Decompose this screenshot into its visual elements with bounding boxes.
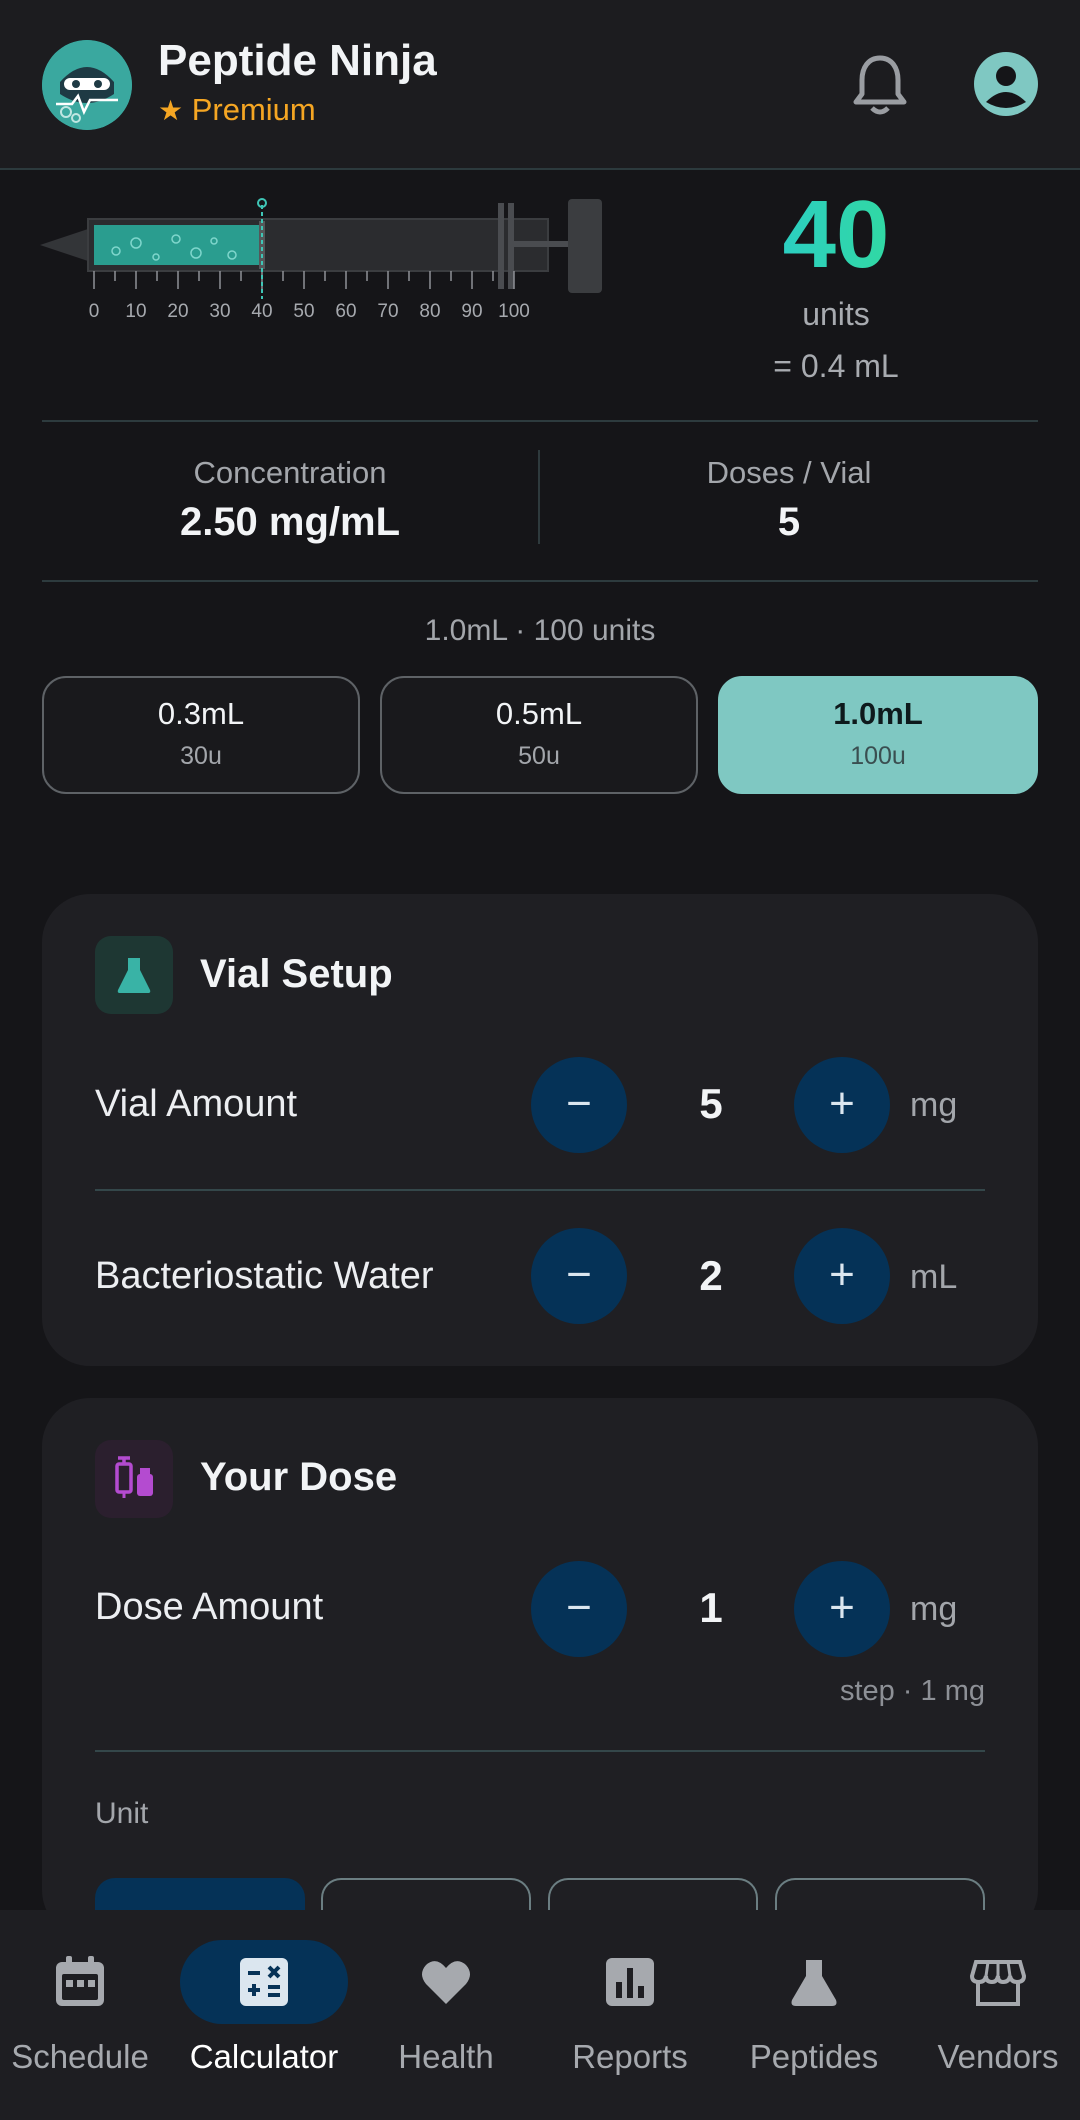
ninja-logo-icon bbox=[42, 40, 132, 130]
your-dose-card bbox=[42, 1398, 1038, 1938]
bac-water-decrement-button[interactable]: − bbox=[531, 1228, 627, 1324]
vial-amount-increment-button[interactable]: + bbox=[794, 1057, 890, 1153]
nav-label: Reports bbox=[572, 2038, 688, 2075]
nav-tab-reports[interactable]: Reports bbox=[540, 1940, 720, 2076]
app-title: Peptide Ninja bbox=[158, 36, 437, 85]
vial-amount-label: Vial Amount bbox=[95, 1083, 298, 1125]
vial-amount-unit: mg bbox=[910, 1086, 958, 1124]
units-label: units bbox=[802, 296, 870, 332]
size-units: 100u bbox=[850, 742, 906, 770]
syringe-tick-label: 60 bbox=[335, 301, 356, 322]
size-label: 0.5mL bbox=[495, 696, 583, 731]
syringe-tick-label: 100 bbox=[498, 301, 530, 322]
nav-label: Peptides bbox=[749, 2038, 879, 2075]
step-hint: step · 1 mg bbox=[839, 1675, 985, 1707]
doses-per-vial-label: Doses / Vial bbox=[706, 455, 872, 490]
syringe-tick-label: 10 bbox=[125, 301, 146, 322]
nav-label: Health bbox=[398, 2038, 494, 2075]
premium-label: Premium bbox=[191, 92, 316, 127]
doses-per-vial-value: 5 bbox=[777, 500, 801, 544]
dose-amount-decrement-button[interactable]: − bbox=[531, 1561, 627, 1657]
concentration-value: 2.50 mg/mL bbox=[179, 500, 401, 544]
dose-amount-value: 1 bbox=[699, 1584, 723, 1631]
your-dose-title: Your Dose bbox=[200, 1455, 398, 1499]
size-label: 0.3mL bbox=[157, 696, 245, 731]
size-label: 1.0mL bbox=[833, 696, 923, 731]
syringe-tick-label: 30 bbox=[209, 301, 230, 322]
bac-water-label: Bacteriostatic Water bbox=[95, 1255, 434, 1297]
syringe-size-0-3ml-button[interactable]: 0.3mL 30u bbox=[42, 676, 360, 794]
premium-badge[interactable]: ★ Premium bbox=[158, 92, 316, 128]
bell-icon[interactable] bbox=[852, 52, 908, 116]
flask-icon bbox=[786, 1954, 842, 2010]
nav-tab-schedule[interactable]: Schedule bbox=[0, 1940, 170, 2076]
syringe-tick-label: 90 bbox=[461, 301, 482, 322]
bar-chart-icon bbox=[602, 1954, 658, 2010]
syringe-size-1-0ml-button[interactable]: 1.0mL 100u bbox=[718, 676, 1038, 794]
size-units: 30u bbox=[180, 742, 222, 770]
syringe-vial-icon bbox=[95, 1440, 173, 1518]
syringe-tick-label: 0 bbox=[89, 301, 100, 322]
units-value: 40 bbox=[700, 180, 972, 290]
nav-tab-peptides[interactable]: Peptides bbox=[724, 1940, 904, 2076]
syringe-tick-label: 80 bbox=[419, 301, 440, 322]
dose-amount-label: Dose Amount bbox=[95, 1586, 324, 1628]
divider bbox=[95, 1750, 985, 1752]
flask-icon bbox=[95, 936, 173, 1014]
vial-setup-title: Vial Setup bbox=[200, 952, 393, 996]
nav-tab-health[interactable]: Health bbox=[356, 1940, 536, 2076]
syringe-tick-label: 20 bbox=[167, 301, 188, 322]
nav-tab-vendors[interactable]: Vendors bbox=[908, 1940, 1080, 2076]
nav-label: Schedule bbox=[11, 2038, 149, 2075]
nav-tab-calculator[interactable]: Calculator bbox=[174, 1940, 354, 2076]
calendar-icon bbox=[52, 1954, 108, 2010]
divider bbox=[42, 580, 1038, 582]
store-icon bbox=[969, 1954, 1027, 2010]
syringe-liquid-fill bbox=[94, 225, 262, 265]
ml-equivalent: = 0.4 mL bbox=[773, 348, 899, 384]
syringe-size-caption: 1.0mL · 100 units bbox=[424, 614, 656, 647]
nav-label: Calculator bbox=[189, 2038, 339, 2075]
vial-amount-decrement-button[interactable]: − bbox=[531, 1057, 627, 1153]
divider bbox=[42, 420, 1038, 422]
syringe-tick-label: 50 bbox=[293, 301, 314, 322]
bac-water-increment-button[interactable]: + bbox=[794, 1228, 890, 1324]
vial-amount-value: 5 bbox=[699, 1080, 723, 1127]
size-units: 50u bbox=[518, 742, 560, 770]
divider bbox=[95, 1189, 985, 1191]
heart-icon bbox=[418, 1954, 474, 2010]
star-icon: ★ bbox=[158, 95, 184, 126]
account-icon[interactable] bbox=[974, 52, 1038, 116]
bac-water-unit: mL bbox=[910, 1258, 958, 1296]
dose-amount-unit: mg bbox=[910, 1590, 958, 1628]
syringe-tick-label: 40 bbox=[251, 301, 272, 322]
nav-label: Vendors bbox=[937, 2038, 1059, 2075]
dose-amount-increment-button[interactable]: + bbox=[794, 1561, 890, 1657]
syringe-tick-label: 70 bbox=[377, 301, 398, 322]
bac-water-value: 2 bbox=[699, 1252, 723, 1299]
concentration-label: Concentration bbox=[193, 455, 387, 490]
syringe-graphic: 0 10 20 30 40 50 60 70 80 90 100 bbox=[36, 195, 616, 335]
syringe-size-0-5ml-button[interactable]: 0.5mL 50u bbox=[380, 676, 698, 794]
unit-section-label: Unit bbox=[95, 1797, 149, 1830]
calculator-icon bbox=[236, 1954, 292, 2010]
